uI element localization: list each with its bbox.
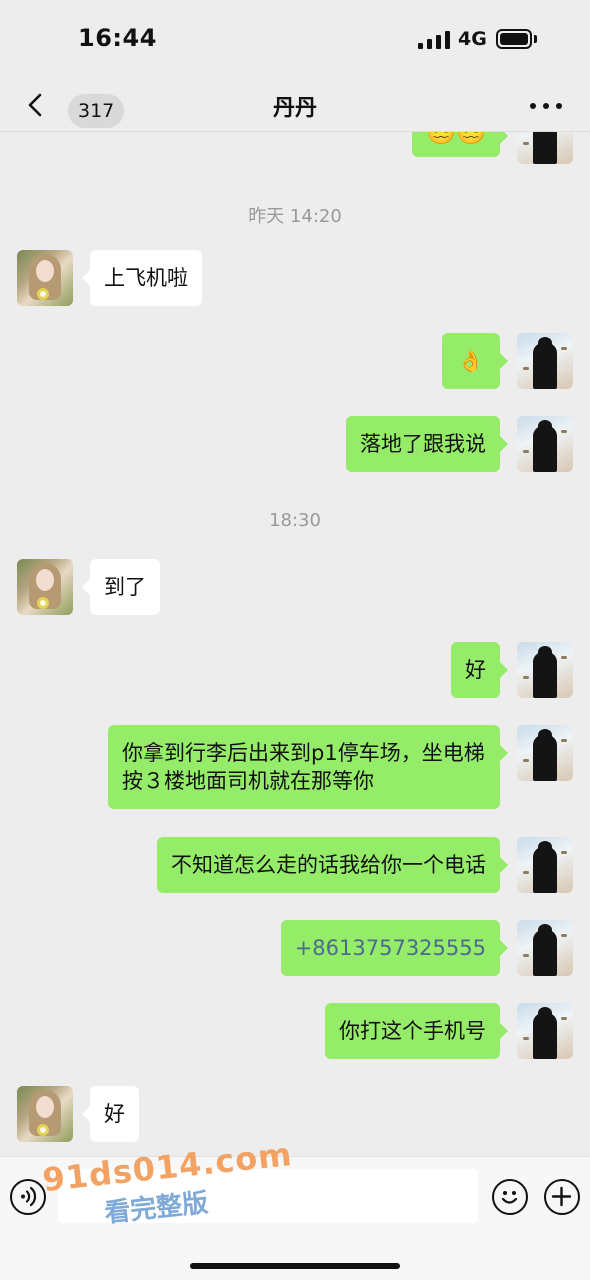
my-avatar[interactable]: [517, 1003, 573, 1059]
timestamp: 18:30: [269, 510, 321, 531]
nav-bar: 317 丹丹: [0, 80, 590, 132]
timestamp: 昨天 14:20: [248, 206, 342, 227]
network-type: 4G: [458, 28, 487, 50]
my-avatar[interactable]: [517, 416, 573, 472]
my-avatar[interactable]: [517, 725, 573, 781]
home-indicator: [190, 1263, 400, 1269]
message-bubble-out[interactable]: 你拿到行李后出来到p1停车场，坐电梯按３楼地面司机就在那等你: [108, 725, 508, 809]
plus-button[interactable]: [544, 1179, 580, 1215]
my-avatar[interactable]: [517, 837, 573, 893]
message-bubble-out[interactable]: 好: [451, 642, 508, 698]
emoji-button[interactable]: [492, 1179, 528, 1215]
my-avatar[interactable]: [517, 920, 573, 976]
status-time: 16:44: [78, 24, 157, 52]
chat-area[interactable]: 😵‍💫😵‍💫 昨天 14:20 上飞机啦 👌 落地了跟我说 18:30 到了: [0, 132, 590, 1156]
message-bubble-out[interactable]: 👌: [441, 333, 509, 389]
contact-avatar[interactable]: [17, 250, 73, 306]
message-text: 你打这个手机号: [339, 1019, 486, 1043]
message-text: 落地了跟我说: [360, 432, 486, 456]
message-bubble-out[interactable]: 落地了跟我说: [346, 416, 508, 472]
message-text: 😵‍💫😵‍💫: [426, 132, 486, 146]
voice-button[interactable]: [10, 1179, 46, 1215]
more-button[interactable]: [526, 94, 566, 118]
my-avatar[interactable]: [517, 333, 573, 389]
message-text: 好: [465, 658, 486, 682]
my-avatar[interactable]: [517, 132, 573, 164]
message-bubble-out[interactable]: 你打这个手机号: [325, 1003, 508, 1059]
message-bubble-out[interactable]: +8613757325555: [280, 920, 509, 976]
message-text: 👌: [457, 349, 484, 373]
message-text: 上飞机啦: [104, 266, 188, 290]
contact-avatar[interactable]: [17, 559, 73, 615]
message-bubble-out[interactable]: 不知道怎么走的话我给你一个电话: [157, 837, 508, 893]
signal-icon: [418, 31, 450, 49]
message-bubble-out[interactable]: 😵‍💫😵‍💫: [412, 132, 508, 157]
message-text: 你拿到行李后出来到p1停车场，坐电梯按３楼地面司机就在那等你: [122, 741, 485, 793]
contact-avatar[interactable]: [17, 1086, 73, 1142]
message-bubble-in[interactable]: 上飞机啦: [82, 250, 202, 306]
message-bubble-in[interactable]: 好: [82, 1086, 139, 1142]
plus-icon: [551, 1186, 572, 1207]
my-avatar[interactable]: [517, 642, 573, 698]
emoji-icon: [501, 1191, 518, 1204]
voice-icon: [21, 1186, 37, 1207]
battery-tip: [534, 35, 537, 43]
chat-title: 丹丹: [272, 96, 317, 121]
message-text: 不知道怎么走的话我给你一个电话: [171, 853, 486, 877]
battery-icon: [496, 29, 532, 49]
phone-number-link[interactable]: +8613757325555: [295, 936, 486, 960]
message-bubble-in[interactable]: 到了: [82, 559, 160, 615]
message-text: 好: [104, 1102, 125, 1126]
message-text: 到了: [104, 575, 146, 599]
status-bar: 16:44 4G: [0, 0, 590, 80]
